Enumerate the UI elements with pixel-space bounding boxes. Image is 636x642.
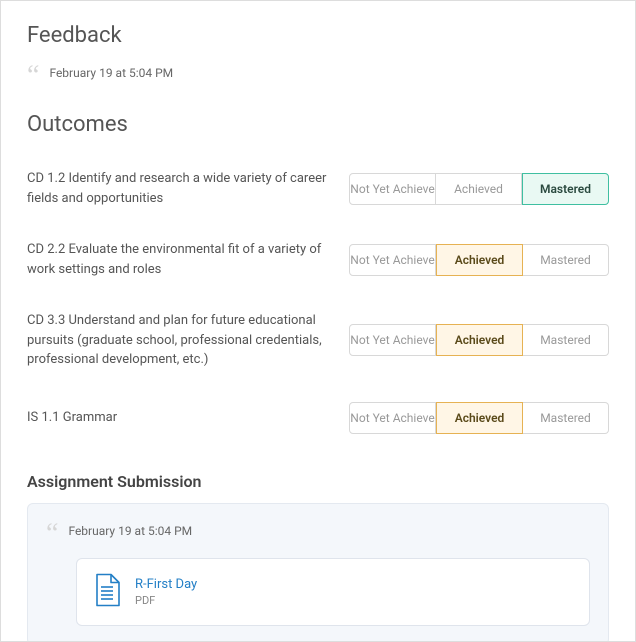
outcome-label: CD 2.2 Evaluate the environmental fit of…	[27, 240, 329, 279]
file-type: PDF	[135, 594, 197, 607]
outcome-row: CD 2.2 Evaluate the environmental fit of…	[27, 224, 609, 295]
outcome-row: CD 3.3 Understand and plan for future ed…	[27, 295, 609, 386]
outcomes-list: CD 1.2 Identify and research a wide vari…	[27, 153, 609, 450]
submission-box: “ February 19 at 5:04 PM R-First Day PDF	[27, 503, 609, 642]
quote-icon: “	[46, 520, 58, 548]
rating-group: Not Yet Achieve Achieved Mastered	[349, 402, 609, 434]
quote-icon: “	[27, 62, 39, 90]
outcome-label: IS 1.1 Grammar	[27, 408, 329, 428]
rating-group: Not Yet Achieve Achieved Mastered	[349, 324, 609, 356]
file-info: R-First Day PDF	[135, 577, 197, 607]
outcome-label: CD 1.2 Identify and research a wide vari…	[27, 169, 329, 208]
submission-timestamp: February 19 at 5:04 PM	[68, 524, 192, 538]
submission-heading: Assignment Submission	[27, 472, 609, 491]
rating-not-yet[interactable]: Not Yet Achieve	[349, 173, 436, 205]
outcome-row: IS 1.1 Grammar Not Yet Achieve Achieved …	[27, 386, 609, 450]
feedback-timestamp: February 19 at 5:04 PM	[49, 66, 173, 80]
page-container: Feedback “ February 19 at 5:04 PM Outcom…	[0, 0, 636, 642]
feedback-heading: Feedback	[27, 23, 609, 48]
rating-achieved[interactable]: Achieved	[436, 324, 523, 356]
rating-achieved[interactable]: Achieved	[436, 244, 523, 276]
rating-not-yet[interactable]: Not Yet Achieve	[349, 244, 436, 276]
rating-achieved[interactable]: Achieved	[436, 402, 523, 434]
rating-mastered[interactable]: Mastered	[523, 244, 609, 276]
rating-not-yet[interactable]: Not Yet Achieve	[349, 402, 436, 434]
file-attachment[interactable]: R-First Day PDF	[76, 558, 590, 626]
outcome-label: CD 3.3 Understand and plan for future ed…	[27, 311, 329, 370]
file-name: R-First Day	[135, 577, 197, 592]
rating-not-yet[interactable]: Not Yet Achieve	[349, 324, 436, 356]
rating-mastered[interactable]: Mastered	[523, 324, 609, 356]
rating-mastered[interactable]: Mastered	[522, 173, 609, 205]
rating-mastered[interactable]: Mastered	[523, 402, 609, 434]
rating-achieved[interactable]: Achieved	[436, 173, 522, 205]
submission-quote: “ February 19 at 5:04 PM	[46, 520, 590, 548]
feedback-quote: “ February 19 at 5:04 PM	[27, 62, 609, 90]
outcome-row: CD 1.2 Identify and research a wide vari…	[27, 153, 609, 224]
file-icon	[93, 573, 121, 611]
rating-group: Not Yet Achieve Achieved Mastered	[349, 173, 609, 205]
outcomes-heading: Outcomes	[27, 112, 609, 137]
rating-group: Not Yet Achieve Achieved Mastered	[349, 244, 609, 276]
